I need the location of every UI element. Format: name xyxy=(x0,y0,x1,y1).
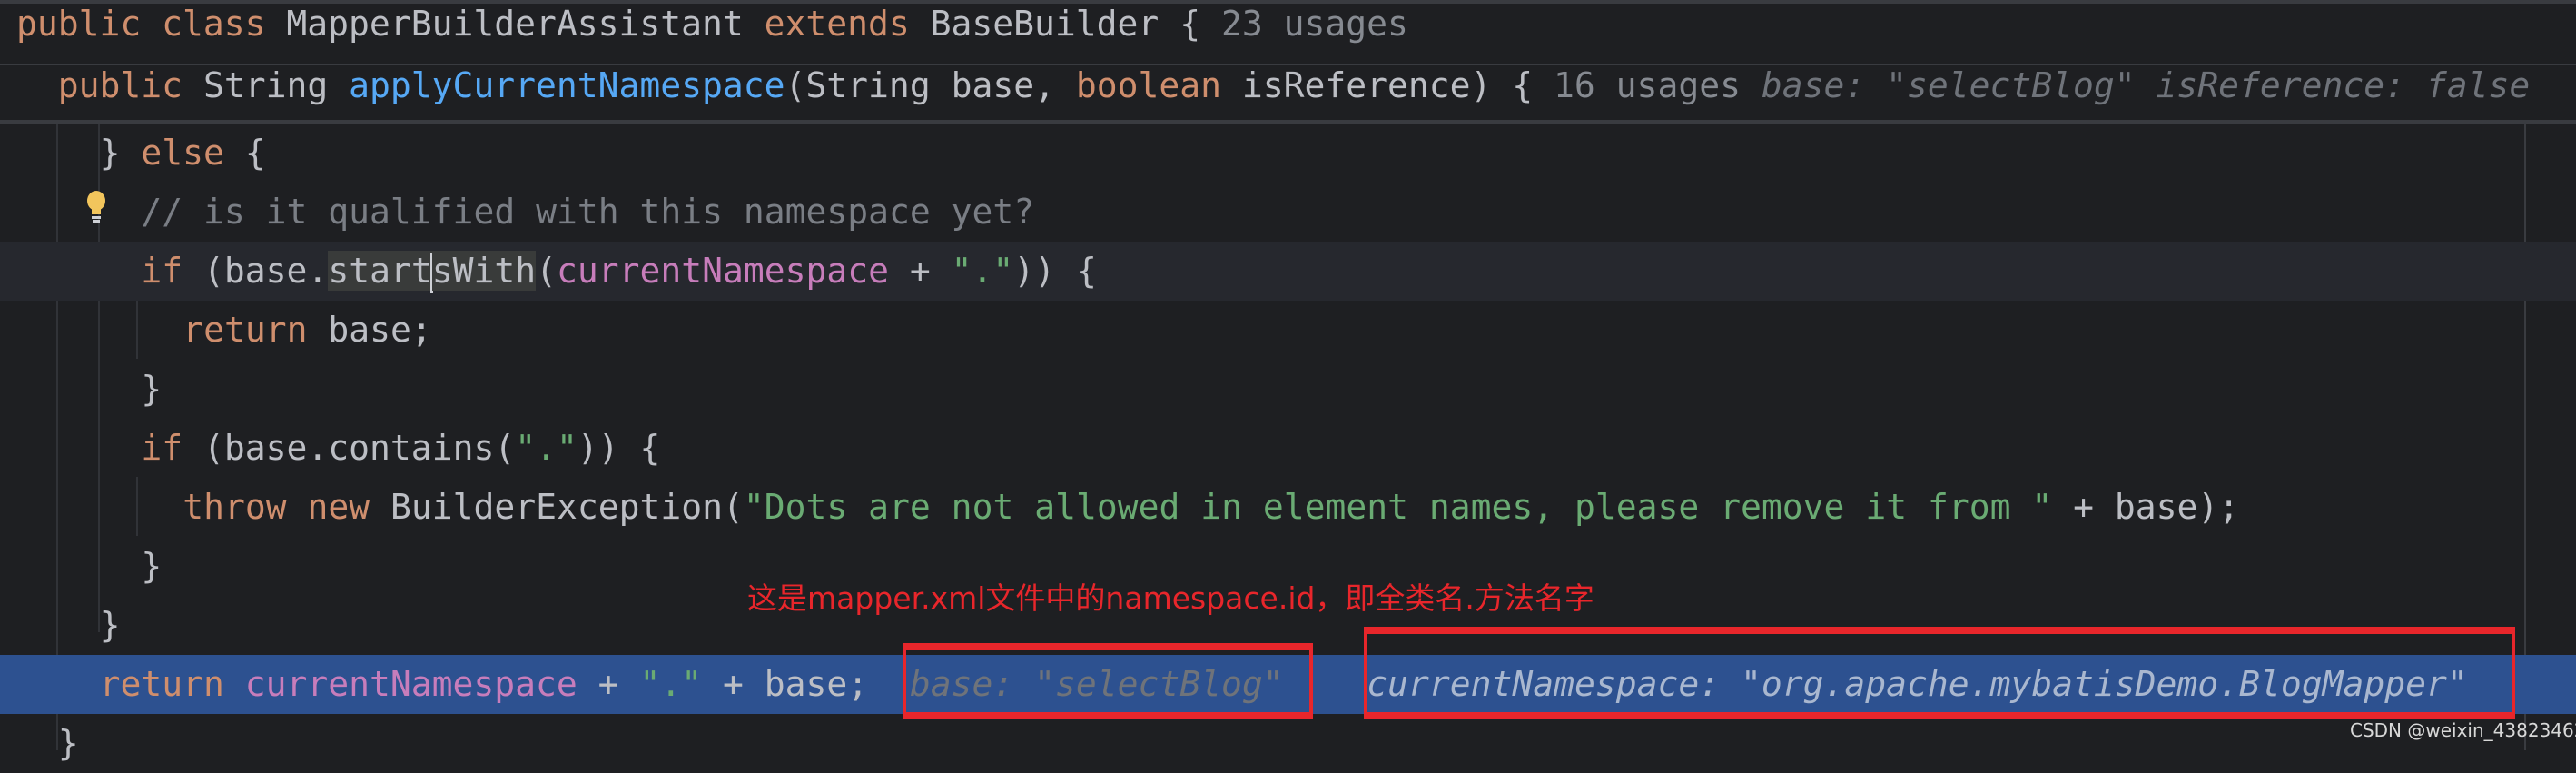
code-line[interactable]: // is it qualified with this namespace y… xyxy=(0,183,2576,242)
code-token: (base.contains( xyxy=(203,428,516,468)
sticky-header-method[interactable]: public String applyCurrentNamespace(Stri… xyxy=(0,64,2576,124)
code-token: } xyxy=(141,546,163,586)
code-token: currentNamespace xyxy=(244,664,577,704)
code-token: "." xyxy=(515,428,577,468)
code-text: } xyxy=(141,360,162,419)
code-token: public class xyxy=(16,4,287,44)
code-token: } xyxy=(99,133,142,173)
usages-link[interactable]: 16 usages xyxy=(1533,65,1741,105)
code-token: else xyxy=(141,133,245,173)
code-line[interactable]: throw new BuilderException("Dots are not… xyxy=(0,478,2576,537)
code-token: applyCurrentNamespace xyxy=(349,65,785,105)
code-line[interactable]: if (base.startsWith(currentNamespace + "… xyxy=(0,242,2576,301)
annotation-text: 这是mapper.xml文件中的namespace.id，即全类名.方法名字 xyxy=(747,580,1594,616)
code-token: base; xyxy=(328,310,432,350)
code-text: // is it qualified with this namespace y… xyxy=(141,183,1034,242)
code-token: "." xyxy=(639,664,703,704)
code-line[interactable]: } else { xyxy=(0,124,2576,183)
usages-link[interactable]: 23 usages xyxy=(1200,4,1408,44)
code-line[interactable]: return base; xyxy=(0,301,2576,360)
code-token: if xyxy=(141,428,204,468)
code-text: if (base.startsWith(currentNamespace + "… xyxy=(141,242,1097,301)
code-token: { xyxy=(244,133,266,173)
annotation-box-base xyxy=(903,643,1313,719)
code-token: String xyxy=(202,65,350,105)
code-token: + base; xyxy=(702,664,869,704)
code-token: currentNamespace xyxy=(556,251,890,291)
code-token: } xyxy=(141,369,163,409)
code-token: start xyxy=(328,251,432,291)
code-text: return base; xyxy=(183,301,432,360)
code-token: BuilderException( xyxy=(390,487,744,527)
code-token: MapperBuilderAssistant xyxy=(286,4,765,44)
code-token: if xyxy=(141,251,204,291)
code-token: } xyxy=(57,723,79,763)
code-line[interactable]: if (base.contains(".")) { xyxy=(0,419,2576,478)
code-token: extends xyxy=(764,4,931,44)
code-token: boolean xyxy=(1075,65,1242,105)
code-text: } xyxy=(141,537,162,596)
lightbulb-icon[interactable] xyxy=(86,191,106,223)
sticky-header-class[interactable]: public class MapperBuilderAssistant exte… xyxy=(0,0,2576,64)
code-token: )) { xyxy=(577,428,661,468)
code-line[interactable]: } xyxy=(0,714,2576,773)
code-token: "Dots are not allowed in element names, … xyxy=(743,487,2053,527)
code-text: public String applyCurrentNamespace(Stri… xyxy=(58,65,2531,105)
code-text: throw new BuilderException("Dots are not… xyxy=(183,478,2239,537)
annotation-box-namespace xyxy=(1364,627,2515,719)
code-text: } xyxy=(100,596,121,655)
code-token: + base); xyxy=(2052,487,2240,527)
code-text: public class MapperBuilderAssistant exte… xyxy=(16,4,1408,44)
code-line[interactable]: } xyxy=(0,360,2576,419)
code-text: } xyxy=(58,714,79,773)
code-token: } xyxy=(99,605,121,645)
code-token: ( xyxy=(536,251,557,291)
code-token: + xyxy=(889,251,952,291)
inline-debug-value: base: "selectBlog" isReference: false xyxy=(1740,65,2531,105)
code-token: isReference) { xyxy=(1241,65,1534,105)
code-token: (String base, xyxy=(785,65,1076,105)
code-text: } else { xyxy=(100,124,266,183)
code-token: (base. xyxy=(203,251,329,291)
code-token: )) { xyxy=(1013,251,1097,291)
code-token: throw new xyxy=(183,487,390,527)
code-token: return xyxy=(183,310,329,350)
code-token: BaseBuilder { xyxy=(930,4,1201,44)
code-token: public xyxy=(57,65,203,105)
watermark: CSDN @weixin_43823462 xyxy=(2350,719,2576,741)
code-token: return xyxy=(99,664,245,704)
code-token: "." xyxy=(951,251,1014,291)
code-token: sWith xyxy=(431,251,537,291)
code-token: // is it qualified with this namespace y… xyxy=(141,192,1035,232)
code-text: if (base.contains(".")) { xyxy=(141,419,660,478)
code-token: + xyxy=(577,664,640,704)
